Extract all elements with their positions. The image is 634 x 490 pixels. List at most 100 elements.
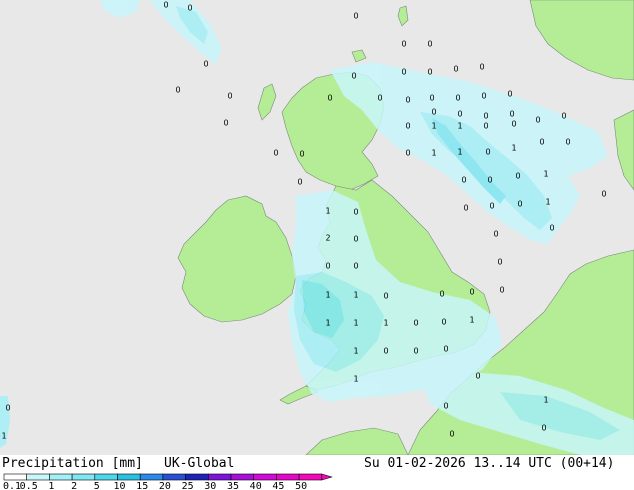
station-marker: 0 (485, 148, 490, 157)
legend-label: 2 (71, 481, 77, 490)
legend-label: 10 (113, 481, 125, 490)
station-marker: 0 (443, 345, 448, 354)
station-marker: 0 (457, 110, 462, 119)
station-marker: 2 (325, 234, 330, 243)
station-marker: 0 (325, 262, 330, 271)
station-marker: 0 (405, 96, 410, 105)
station-marker: 1 (431, 149, 436, 158)
legend-swatch (71, 473, 96, 481)
station-marker: 0 (351, 72, 356, 81)
station-marker: 0 (483, 112, 488, 121)
legend-swatch (139, 473, 164, 481)
station-marker: 1 (353, 291, 358, 300)
station-marker: 1 (325, 291, 330, 300)
station-marker: 1 (353, 347, 358, 356)
legend-swatch (298, 473, 323, 481)
station-marker: 1 (1, 432, 6, 441)
station-marker: 1 (511, 144, 516, 153)
station-marker: 0 (187, 4, 192, 13)
legend-swatch (117, 473, 141, 481)
station-marker: 0 (427, 40, 432, 49)
station-marker: 0 (299, 150, 304, 159)
station-marker: 0 (507, 90, 512, 99)
station-marker: 0 (297, 178, 302, 187)
legend-swatch (208, 473, 232, 481)
station-marker: 0 (515, 172, 520, 181)
station-marker: 1 (353, 375, 358, 384)
station-marker: 0 (383, 292, 388, 301)
station-marker: 0 (405, 149, 410, 158)
station-marker: 0 (455, 94, 460, 103)
station-marker: 0 (353, 12, 358, 21)
station-marker: 0 (535, 116, 540, 125)
station-marker: 1 (469, 316, 474, 325)
station-marker: 0 (413, 319, 418, 328)
map-footer: Precipitation [mm] UK-Global Su 01-02-20… (0, 455, 634, 490)
legend-swatch (276, 473, 300, 481)
station-marker: 0 (449, 430, 454, 439)
station-marker: 1 (353, 319, 358, 328)
station-marker: 1 (325, 319, 330, 328)
station-marker: 0 (163, 1, 168, 10)
legend-label: 25 (182, 481, 194, 490)
station-marker: 0 (353, 208, 358, 217)
legend-swatch (3, 473, 28, 481)
station-marker: 0 (497, 258, 502, 267)
station-marker: 0 (5, 404, 10, 413)
station-marker: 0 (511, 120, 516, 129)
legend-label: 0.5 (20, 481, 38, 490)
station-marker: 0 (461, 176, 466, 185)
station-marker: 0 (431, 108, 436, 117)
station-marker: 0 (561, 112, 566, 121)
station-marker: 0 (401, 68, 406, 77)
station-marker: 1 (545, 198, 550, 207)
station-marker: 0 (487, 176, 492, 185)
station-marker: 0 (541, 424, 546, 433)
legend-swatch (94, 473, 118, 481)
station-marker: 0 (483, 122, 488, 131)
station-marker: 0 (493, 230, 498, 239)
legend-label: 50 (295, 481, 307, 490)
station-marker: 1 (325, 207, 330, 216)
station-marker: 0 (479, 63, 484, 72)
legend-arrow (321, 473, 333, 481)
station-marker: 1 (431, 122, 436, 131)
station-marker: 1 (457, 148, 462, 157)
station-marker: 0 (469, 288, 474, 297)
station-marker: 0 (549, 224, 554, 233)
station-marker: 1 (543, 170, 548, 179)
legend-label: 20 (159, 481, 171, 490)
station-marker: 0 (463, 204, 468, 213)
legend-label: 30 (204, 481, 216, 490)
station-marker: 0 (499, 286, 504, 295)
color-legend: 0.10.5 1 2 5 10 15 20 25 30 35 40 45 50 (3, 473, 333, 490)
station-marker: 0 (565, 138, 570, 147)
legend-label: 15 (136, 481, 148, 490)
legend-label: 40 (250, 481, 262, 490)
legend-swatch (253, 473, 277, 481)
legend-swatch (49, 473, 73, 481)
station-marker: 0 (489, 202, 494, 211)
station-marker: 1 (543, 396, 548, 405)
station-marker: 0 (377, 94, 382, 103)
station-marker: 0 (401, 40, 406, 49)
station-marker: 0 (475, 372, 480, 381)
station-marker: 0 (517, 200, 522, 209)
station-marker: 0 (405, 122, 410, 131)
station-marker: 1 (457, 122, 462, 131)
legend-swatch (185, 473, 209, 481)
station-marker: 0 (441, 318, 446, 327)
legend-labels: 0.10.5 1 2 5 10 15 20 25 30 35 40 45 50 (3, 481, 307, 490)
station-marker: 0 (227, 92, 232, 101)
station-marker: 0 (273, 149, 278, 158)
legend-bar (3, 473, 333, 481)
station-marker: 1 (383, 319, 388, 328)
station-marker: 0 (383, 347, 388, 356)
station-marker: 0 (439, 290, 444, 299)
station-marker: 0 (203, 60, 208, 69)
station-marker: 0 (539, 138, 544, 147)
legend-label: 35 (227, 481, 239, 490)
legend-label: 1 (48, 481, 54, 490)
legend-label: 5 (94, 481, 100, 490)
legend-swatch (162, 473, 186, 481)
